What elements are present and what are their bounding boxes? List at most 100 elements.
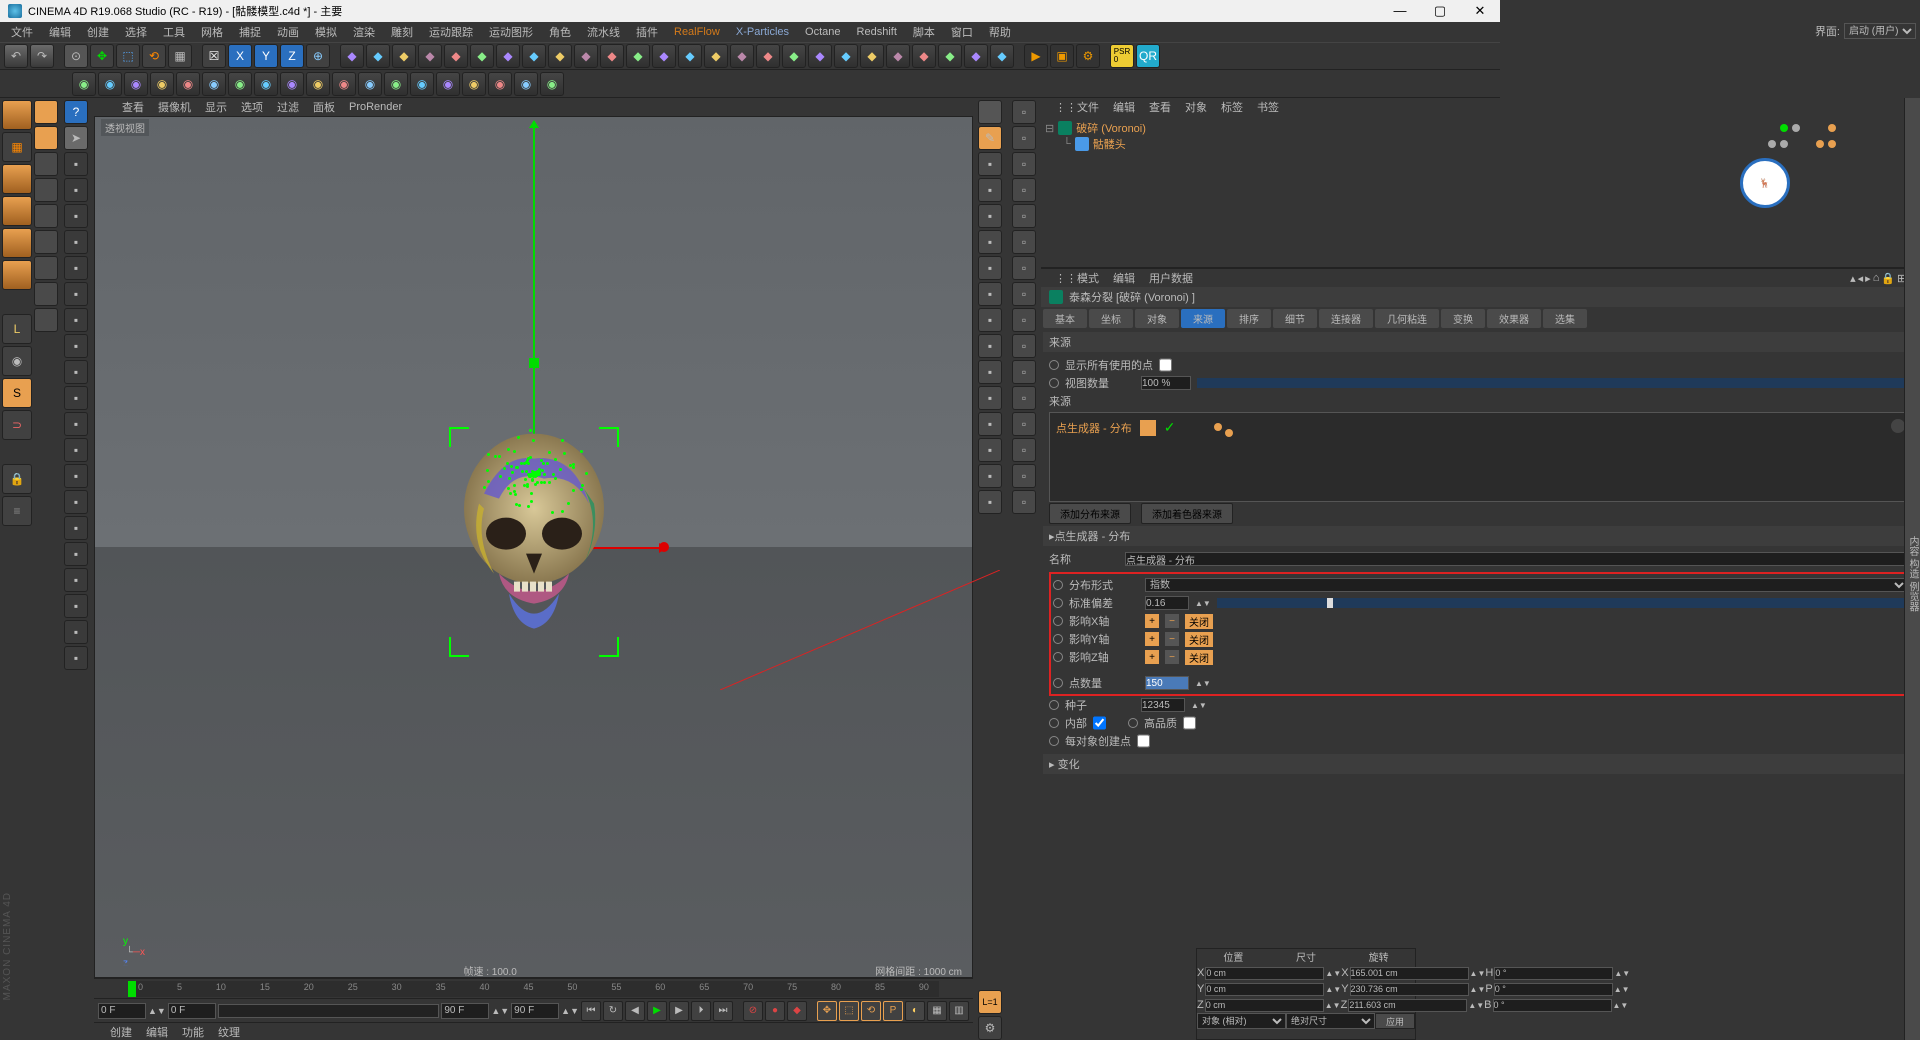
menu-模拟[interactable]: 模拟 [308,22,344,42]
ltool-5[interactable] [34,230,58,254]
apply-button[interactable]: 应用 [1375,1013,1415,1029]
object-tool-2[interactable]: ◉ [124,72,148,96]
add-dist-source-button[interactable]: 添加分布来源 [1049,503,1131,524]
tool-misc-11[interactable]: ◆ [626,44,650,68]
ricon-8[interactable]: ▪ [978,360,1002,384]
key-opts-button[interactable]: ▦ [927,1001,947,1021]
menu-文件[interactable]: 文件 [4,22,40,42]
viewport-solo-button[interactable]: ◉ [2,346,32,376]
menu-动画[interactable]: 动画 [270,22,306,42]
key-pos-button[interactable]: ✥ [817,1001,837,1021]
tag-menu-item[interactable]: 功能 [182,1024,204,1040]
menu-渲染[interactable]: 渲染 [346,22,382,42]
attr-menu-item[interactable]: 编辑 [1113,270,1135,286]
ltool-7[interactable] [34,282,58,306]
tree-row-skull[interactable]: └ 骷髅头 [1045,136,1916,152]
prev-frame-button[interactable]: ◀ [625,1001,645,1021]
poly-mode-button[interactable] [2,260,32,290]
x-off-button[interactable]: 关闭 [1185,614,1213,629]
pencil-icon[interactable]: ✎ [978,126,1002,150]
tool-misc-3[interactable]: ◆ [418,44,442,68]
ricon-10[interactable]: ▪ [978,412,1002,436]
lx-15[interactable]: ▪ [64,542,88,566]
lx-12[interactable]: ▪ [64,464,88,488]
render-pv-button[interactable]: ▣ [1050,44,1074,68]
ricon2-0[interactable]: ▫ [1012,100,1036,124]
tool-misc-25[interactable]: ◆ [990,44,1014,68]
x-handle[interactable] [659,542,669,552]
tool-misc-10[interactable]: ◆ [600,44,624,68]
lock-icon[interactable]: 🔒 [1881,272,1895,285]
tool-misc-14[interactable]: ◆ [704,44,728,68]
ricon-11[interactable]: ▪ [978,438,1002,462]
attr-tab-连接器[interactable]: 连接器 [1319,309,1373,328]
menu-帮助[interactable]: 帮助 [982,22,1018,42]
menu-编辑[interactable]: 编辑 [42,22,78,42]
inner-checkbox[interactable] [1093,716,1106,730]
tag-menu-item[interactable]: 创建 [110,1024,132,1040]
skull-model[interactable] [454,434,614,644]
menu-运动图形[interactable]: 运动图形 [482,22,540,42]
menu-窗口[interactable]: 窗口 [944,22,980,42]
ricon-12[interactable]: ▪ [978,464,1002,488]
z-axis-button[interactable]: Z [280,44,304,68]
tag-menu-item[interactable]: 纹理 [218,1024,240,1040]
lx-13[interactable]: ▪ [64,490,88,514]
pos-x-input[interactable] [1205,967,1324,980]
close-button[interactable]: ✕ [1460,3,1500,19]
tool-misc-9[interactable]: ◆ [574,44,598,68]
ricon-1[interactable]: ▪ [978,178,1002,202]
ricon2-13[interactable]: ▫ [1012,438,1036,462]
ricon2-1[interactable]: ▫ [1012,126,1036,150]
ricon2-4[interactable]: ▫ [1012,204,1036,228]
viewport[interactable]: 透视视图 for(let i=0;i [94,116,973,978]
object-tool-15[interactable]: ◉ [462,72,486,96]
lx-11[interactable]: ▪ [64,438,88,462]
attr-tab-几何粘连[interactable]: 几何粘连 [1375,309,1439,328]
vp-menu-item[interactable]: 显示 [205,99,227,115]
pos-y-input[interactable] [1205,983,1324,996]
add-shader-source-button[interactable]: 添加着色器来源 [1141,503,1233,524]
ricon2-3[interactable]: ▫ [1012,178,1036,202]
z-off-button[interactable]: 关闭 [1185,650,1213,665]
tool-misc-17[interactable]: ◆ [782,44,806,68]
loop-button[interactable]: ↻ [603,1001,623,1021]
size-y-input[interactable] [1350,983,1469,996]
ltool-6[interactable] [34,256,58,280]
keyframe-button[interactable]: ◆ [787,1001,807,1021]
size-x-input[interactable] [1350,967,1469,980]
move-button[interactable]: ✥ [90,44,114,68]
key-param-button[interactable]: P [883,1001,903,1021]
lx-9[interactable]: ▪ [64,386,88,410]
tool-misc-7[interactable]: ◆ [522,44,546,68]
tool-misc-12[interactable]: ◆ [652,44,676,68]
next-frame-button[interactable]: ▶ [669,1001,689,1021]
ricon-5[interactable]: ▪ [978,282,1002,306]
ltool-8[interactable] [34,308,58,332]
lx-19[interactable]: ▪ [64,646,88,670]
object-tool-17[interactable]: ◉ [514,72,538,96]
x-minus-button[interactable]: − [1165,614,1179,628]
goto-end-button[interactable]: ⏭ [713,1001,733,1021]
object-tool-0[interactable]: ◉ [72,72,96,96]
minimize-button[interactable]: — [1380,3,1420,19]
gear-icon[interactable]: ⚙ [978,1016,1002,1040]
snap-s-button[interactable]: S [2,378,32,408]
lock-xyz-button[interactable]: ☒ [202,44,226,68]
ricon2-6[interactable]: ▫ [1012,256,1036,280]
z-plus-button[interactable]: + [1145,650,1159,664]
seed-input[interactable] [1141,698,1185,712]
x-axis-button[interactable]: X [228,44,252,68]
lx-18[interactable]: ▪ [64,620,88,644]
attr-tab-坐标[interactable]: 坐标 [1089,309,1133,328]
attr-tab-基本[interactable]: 基本 [1043,309,1087,328]
ricon2-5[interactable]: ▫ [1012,230,1036,254]
vp-menu-item[interactable]: 选项 [241,99,263,115]
show-all-checkbox[interactable] [1159,358,1172,372]
vp-menu-item[interactable]: 摄像机 [158,99,191,115]
size-z-input[interactable] [1348,999,1467,1012]
obj-menu-item[interactable]: 查看 [1149,99,1171,115]
live-select-button[interactable]: ⊙ [64,44,88,68]
end2-frame-input[interactable] [511,1003,559,1019]
ricon2-11[interactable]: ▫ [1012,386,1036,410]
